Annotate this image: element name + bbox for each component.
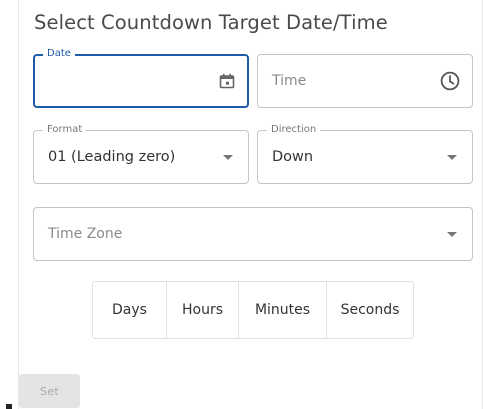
unit-hours[interactable]: Hours xyxy=(167,282,239,338)
chevron-down-icon xyxy=(447,155,457,160)
direction-select[interactable]: Direction Down xyxy=(257,124,473,184)
countdown-dialog: Select Countdown Target Date/Time Date T… xyxy=(18,0,483,409)
unit-days[interactable]: Days xyxy=(93,282,167,338)
timezone-select-placeholder: Time Zone xyxy=(48,226,123,242)
format-select-label: Format xyxy=(43,124,87,136)
set-button[interactable]: Set xyxy=(19,374,80,408)
time-field[interactable]: Time xyxy=(257,54,473,108)
date-field-label: Date xyxy=(43,48,75,60)
format-select-value: 01 (Leading zero) xyxy=(48,149,176,165)
chevron-down-icon xyxy=(447,232,457,237)
calendar-icon[interactable] xyxy=(219,73,235,89)
unit-minutes[interactable]: Minutes xyxy=(239,282,327,338)
direction-select-label: Direction xyxy=(267,124,321,136)
time-field-placeholder: Time xyxy=(272,73,307,89)
units-toggle-group: Days Hours Minutes Seconds xyxy=(92,281,414,339)
chevron-down-icon xyxy=(223,155,233,160)
clock-icon[interactable] xyxy=(440,71,460,91)
date-field[interactable]: Date xyxy=(33,48,249,108)
timezone-select[interactable]: Time Zone xyxy=(33,207,473,261)
direction-select-value: Down xyxy=(272,149,314,165)
dialog-title: Select Countdown Target Date/Time xyxy=(34,11,388,34)
format-select[interactable]: Format 01 (Leading zero) xyxy=(33,124,249,184)
window-corner-mark xyxy=(6,404,12,409)
unit-seconds[interactable]: Seconds xyxy=(327,282,413,338)
